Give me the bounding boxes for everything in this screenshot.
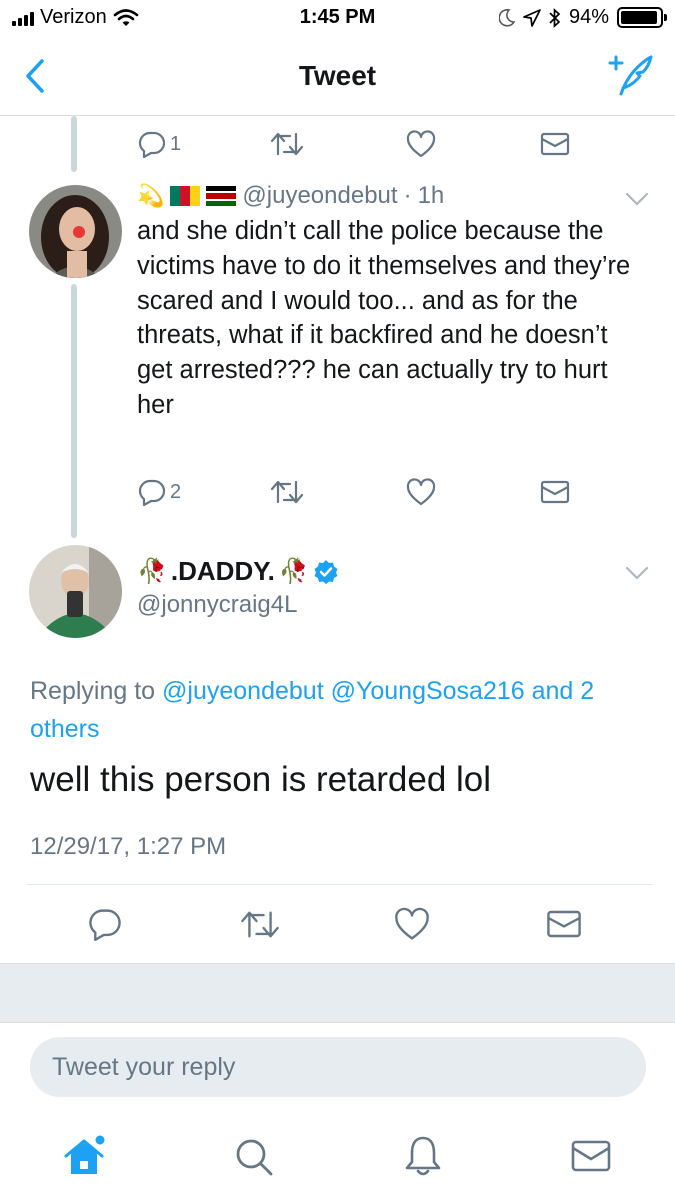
emoji-rose-left: 🥀 (137, 558, 167, 585)
tweet-age: 1h (417, 182, 445, 209)
battery-fill (621, 11, 657, 24)
section-separator (0, 963, 675, 1023)
battery-percent: 94% (568, 6, 609, 28)
location-arrow-icon (523, 8, 541, 27)
retweet-button[interactable] (240, 904, 280, 944)
reply-placeholder: Tweet your reply (52, 1053, 236, 1081)
main-tweet-timestamp: 12/29/17, 1:27 PM (30, 833, 227, 860)
battery-icon (617, 7, 667, 28)
tweet-handle[interactable]: @juyeondebut (242, 182, 397, 210)
like-button[interactable] (394, 904, 430, 944)
retweet-button[interactable] (270, 124, 304, 164)
reply-icon (89, 909, 121, 941)
reply-icon (138, 131, 166, 158)
chevron-down-icon[interactable] (625, 192, 649, 206)
chevron-down-icon[interactable] (625, 566, 649, 580)
kenya-flag-icon (206, 186, 237, 206)
heart-icon (406, 130, 436, 158)
reply-count: 2 (170, 480, 182, 503)
retweet-icon (270, 132, 304, 156)
reply-tweet-actions: 2 (0, 472, 675, 512)
nav-bar: Tweet (0, 38, 675, 116)
messages-icon[interactable] (569, 1134, 613, 1178)
direct-message-button[interactable] (546, 904, 582, 944)
search-icon[interactable] (231, 1134, 275, 1178)
like-button[interactable] (406, 472, 436, 512)
verified-badge-icon (314, 559, 338, 584)
main-tweet-actions (0, 904, 675, 944)
reply-count: 1 (170, 132, 182, 155)
tab-bar (0, 1110, 675, 1200)
reply-button[interactable] (88, 904, 122, 944)
divider (26, 884, 652, 885)
page-title: Tweet (298, 60, 377, 91)
emoji-rose-right: 🥀 (278, 558, 309, 585)
retweet-icon (241, 911, 279, 937)
replying-and[interactable]: and (532, 677, 574, 705)
display-name[interactable]: .DADDY. (171, 556, 275, 587)
heart-icon (395, 907, 429, 940)
replying-link-1[interactable]: @juyeondebut (162, 677, 324, 705)
main-tweet-name[interactable]: 🥀 .DADDY. 🥀 (137, 556, 339, 587)
reply-input[interactable]: Tweet your reply (30, 1037, 646, 1097)
reply-button[interactable]: 1 (138, 124, 181, 164)
bluetooth-icon (549, 7, 561, 28)
heart-icon (406, 478, 436, 506)
main-tweet-handle[interactable]: @jonnycraig4L (137, 591, 297, 619)
avatar-jonnycraig4L[interactable] (29, 545, 122, 638)
status-right: 94% (498, 6, 667, 29)
envelope-icon (540, 132, 570, 156)
status-bar: Verizon 1:45 PM 94% (0, 0, 675, 38)
reply-tweet-header: 💫 @juyeondebut · 1h (137, 182, 444, 210)
separator-dot: · (403, 182, 412, 209)
replying-prefix: Replying to (30, 677, 156, 705)
moon-icon (498, 8, 515, 27)
retweet-button[interactable] (270, 472, 304, 512)
avatar-juyeondebut[interactable] (29, 185, 122, 278)
compose-tweet-icon[interactable] (607, 52, 653, 98)
reply-tweet-text: and she didn’t call the police because t… (137, 217, 631, 419)
parent-tweet-actions: 1 (0, 124, 675, 164)
emoji-dizzy: 💫 (137, 183, 165, 208)
avatar-image (29, 545, 122, 638)
avatar-image (29, 185, 122, 278)
like-button[interactable] (406, 124, 436, 164)
notifications-icon[interactable] (401, 1134, 445, 1178)
reply-icon (138, 479, 166, 506)
replying-to: Replying to @juyeondebut @YoungSosa216 a… (30, 672, 650, 748)
main-tweet-text: well this person is retarded lol (30, 760, 492, 799)
envelope-icon (540, 480, 570, 504)
home-icon[interactable] (62, 1134, 106, 1178)
direct-message-button[interactable] (540, 124, 570, 164)
retweet-icon (270, 480, 304, 504)
replying-link-2[interactable]: @YoungSosa216 (331, 677, 525, 705)
direct-message-button[interactable] (540, 472, 570, 512)
cameroon-flag-icon (170, 186, 201, 206)
envelope-icon (547, 910, 581, 938)
reply-button[interactable]: 2 (138, 472, 181, 512)
